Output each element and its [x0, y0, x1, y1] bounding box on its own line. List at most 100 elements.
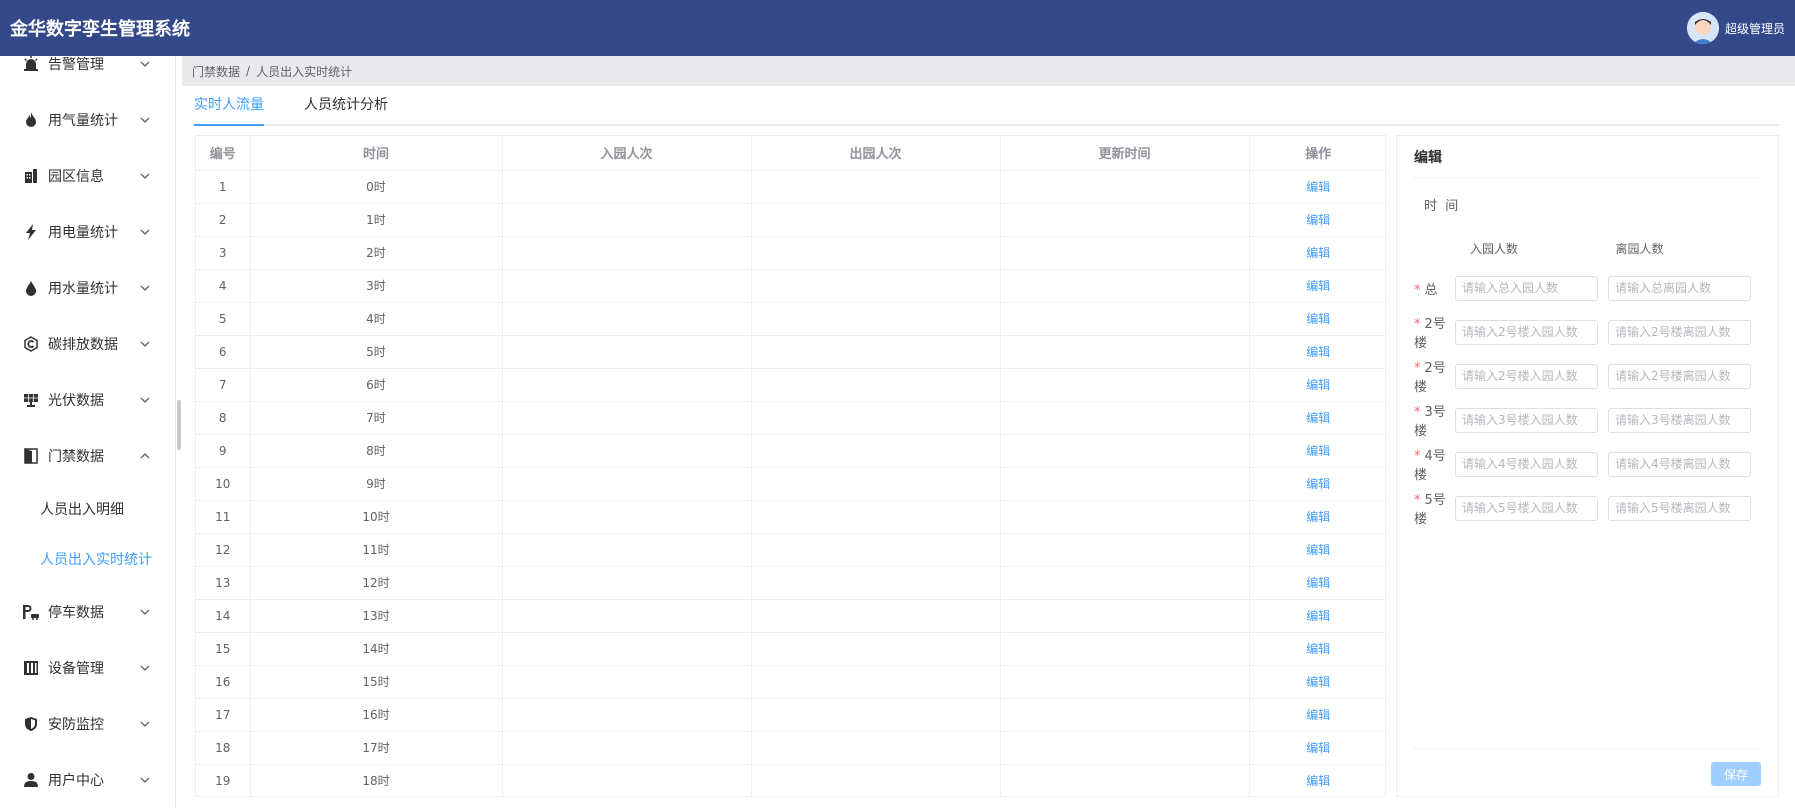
cell-updated-time [1000, 401, 1250, 435]
breadcrumb-parent[interactable]: 门禁数据 [192, 63, 240, 80]
tab-statistics-analysis[interactable]: 人员统计分析 [304, 84, 388, 124]
sidebar-item-carbon[interactable]: 碳排放数据 [0, 316, 175, 372]
cell-time: 6时 [250, 368, 503, 402]
cell-no: 11 [196, 500, 251, 534]
cell-out-count [751, 236, 1001, 270]
edit-link[interactable]: 编辑 [1306, 411, 1330, 425]
column-headings: 入园人数 离园人数 [1414, 230, 1761, 266]
cell-no: 8 [196, 401, 251, 435]
in-count-input[interactable] [1455, 363, 1598, 389]
user-menu[interactable]: 超级管理员 [1686, 12, 1785, 44]
cell-no: 14 [196, 599, 251, 633]
edit-link[interactable]: 编辑 [1306, 642, 1330, 656]
in-count-input[interactable] [1455, 275, 1598, 301]
cell-time: 12时 [250, 566, 503, 600]
edit-link[interactable]: 编辑 [1306, 675, 1330, 689]
table-row: 13 12时 编辑 [196, 566, 1385, 600]
cell-updated-time [1000, 467, 1250, 501]
water-drop-icon [22, 279, 40, 297]
chevron-down-icon [139, 774, 151, 786]
cell-in-count [502, 500, 752, 534]
sidebar-item-bolt[interactable]: 用电量统计 [0, 204, 175, 260]
required-mark: * [1414, 449, 1421, 464]
sidebar-item-equipment[interactable]: 设备管理 [0, 640, 175, 696]
out-count-input[interactable] [1608, 363, 1751, 389]
cell-out-count [751, 368, 1001, 402]
cell-out-count [751, 170, 1001, 204]
in-count-input[interactable] [1455, 407, 1598, 433]
edit-link[interactable]: 编辑 [1306, 477, 1330, 491]
avatar[interactable] [1686, 12, 1719, 44]
cell-time: 16时 [250, 698, 503, 732]
cell-action: 编辑 [1249, 698, 1385, 732]
sidebar-item-label: 告警管理 [48, 57, 104, 73]
cell-updated-time [1000, 566, 1250, 600]
table-row: 10 9时 编辑 [196, 467, 1385, 501]
chevron-down-icon [139, 282, 151, 294]
in-count-input[interactable] [1455, 319, 1598, 345]
tab-realtime-flow[interactable]: 实时人流量 [194, 84, 264, 126]
out-count-input[interactable] [1608, 495, 1751, 521]
edit-link[interactable]: 编辑 [1306, 378, 1330, 392]
sidebar-item-user[interactable]: 用户中心 [0, 752, 175, 808]
sidebar-item-water-drop[interactable]: 用水量统计 [0, 260, 175, 316]
cell-in-count [502, 698, 752, 732]
out-count-input[interactable] [1608, 275, 1751, 301]
sidebar-item-label: 用水量统计 [48, 281, 118, 297]
save-button[interactable]: 保存 [1711, 762, 1761, 786]
sidebar-item-solar-panel[interactable]: 光伏数据 [0, 372, 175, 428]
sidebar-item-label: 园区信息 [48, 169, 104, 185]
form-row-label: * 3号楼 [1414, 401, 1455, 439]
cell-action: 编辑 [1249, 467, 1385, 501]
cell-updated-time [1000, 236, 1250, 270]
edit-link[interactable]: 编辑 [1306, 576, 1330, 590]
sidebar-item-door[interactable]: 门禁数据 [0, 428, 175, 484]
edit-link[interactable]: 编辑 [1306, 510, 1330, 524]
edit-link[interactable]: 编辑 [1306, 444, 1330, 458]
out-count-input[interactable] [1608, 451, 1751, 477]
sidebar-item-building[interactable]: 园区信息 [0, 148, 175, 204]
out-count-input[interactable] [1608, 407, 1751, 433]
sidebar-scrollbar[interactable] [177, 400, 181, 450]
chevron-down-icon [139, 394, 151, 406]
edit-link[interactable]: 编辑 [1306, 543, 1330, 557]
cell-action: 编辑 [1249, 302, 1385, 336]
in-count-input[interactable] [1455, 451, 1598, 477]
form-row-label: * 4号楼 [1414, 445, 1455, 483]
form-row-label: * 2号楼 [1414, 313, 1455, 351]
edit-link[interactable]: 编辑 [1306, 246, 1330, 260]
edit-link[interactable]: 编辑 [1306, 708, 1330, 722]
cell-in-count [502, 665, 752, 699]
solar-panel-icon [22, 391, 40, 409]
breadcrumb: 门禁数据 / 人员出入实时统计 [182, 56, 1795, 86]
edit-link[interactable]: 编辑 [1306, 279, 1330, 293]
required-mark: * [1414, 361, 1421, 376]
out-count-input[interactable] [1608, 319, 1751, 345]
cell-in-count [502, 764, 752, 796]
cell-out-count [751, 434, 1001, 468]
edit-link[interactable]: 编辑 [1306, 609, 1330, 623]
edit-link[interactable]: 编辑 [1306, 180, 1330, 194]
edit-link[interactable]: 编辑 [1306, 312, 1330, 326]
chevron-down-icon [139, 170, 151, 182]
cell-out-count [751, 335, 1001, 369]
sidebar-item-parking[interactable]: 停车数据 [0, 584, 175, 640]
edit-link[interactable]: 编辑 [1306, 774, 1330, 788]
cell-time: 0时 [250, 170, 503, 204]
sidebar-subitem[interactable]: 人员出入实时统计 [0, 534, 175, 584]
out-count-heading: 离园人数 [1615, 241, 1664, 256]
sidebar-item-shield[interactable]: 安防监控 [0, 696, 175, 752]
cell-out-count [751, 467, 1001, 501]
cell-no: 4 [196, 269, 251, 303]
sidebar-item-alarm[interactable]: 告警管理 [0, 56, 175, 92]
edit-link[interactable]: 编辑 [1306, 345, 1330, 359]
required-mark: * [1414, 317, 1421, 332]
cell-out-count [751, 302, 1001, 336]
cell-action: 编辑 [1249, 434, 1385, 468]
sidebar-subitem[interactable]: 人员出入明细 [0, 484, 175, 534]
in-count-input[interactable] [1455, 495, 1598, 521]
sidebar-item-flame[interactable]: 用气量统计 [0, 92, 175, 148]
alarm-icon [22, 56, 40, 73]
edit-link[interactable]: 编辑 [1306, 741, 1330, 755]
edit-link[interactable]: 编辑 [1306, 213, 1330, 227]
